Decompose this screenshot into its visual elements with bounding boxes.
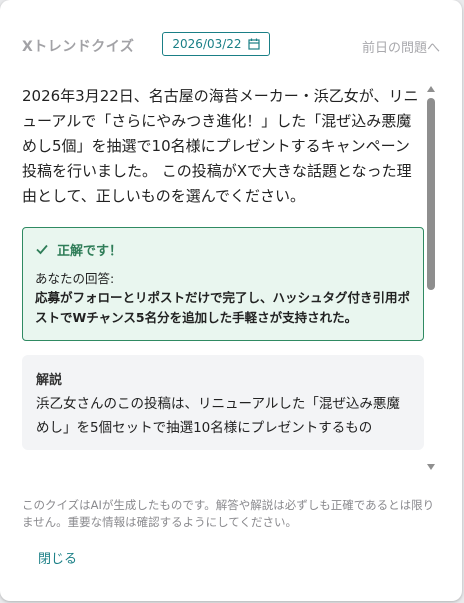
- result-status: 正解です！: [57, 243, 123, 259]
- quiz-modal: Xトレンドクイズ 2026/03/22 前日の問題へ 2026年3月22日、名古…: [0, 0, 462, 601]
- quiz-content-scroll[interactable]: 2026年3月22日、名古屋の海苔メーカー・浜乙女が、リニューアルで「さらにやみ…: [22, 84, 424, 474]
- prev-day-link[interactable]: 前日の問題へ: [362, 37, 440, 56]
- calendar-icon: [247, 38, 260, 50]
- modal-header: Xトレンドクイズ 2026/03/22 前日の問題へ: [22, 32, 440, 60]
- explanation-box: 解説 浜乙女さんのこの投稿は、リニューアルした「混ぜ込み悪魔めし」を5個セットで…: [22, 355, 424, 450]
- check-icon: [35, 242, 49, 256]
- scrollbar-thumb[interactable]: [427, 98, 435, 290]
- date-picker[interactable]: 2026/03/22: [162, 32, 270, 56]
- close-button[interactable]: 閉じる: [38, 548, 77, 567]
- question-text: 2026年3月22日、名古屋の海苔メーカー・浜乙女が、リニューアルで「さらにやみ…: [22, 87, 419, 205]
- scroll-down-arrow-icon[interactable]: [427, 464, 435, 470]
- answer-result-box: 正解です！ あなたの回答: 応募がフォローとリポストだけで完了し、ハッシュタグ付…: [22, 227, 424, 341]
- explanation-heading: 解説: [36, 373, 63, 388]
- ai-disclaimer: このクイズはAIが生成したものです。解答や解説は必ずしも正確であるとは限りません…: [22, 498, 435, 529]
- result-header: 正解です！: [35, 238, 411, 260]
- your-answer-text: 応募がフォローとリポストだけで完了し、ハッシュタグ付き引用ポストでWチャンス5名…: [35, 290, 411, 325]
- date-value: 2026/03/22: [172, 37, 242, 51]
- your-answer-label: あなたの回答:: [35, 271, 115, 286]
- scroll-up-arrow-icon[interactable]: [427, 86, 435, 92]
- scrollbar[interactable]: [424, 84, 438, 474]
- explanation-text: 浜乙女さんのこの投稿は、リニューアルした「混ぜ込み悪魔めし」を5個セットで抽選1…: [36, 396, 400, 436]
- quiz-title: Xトレンドクイズ: [22, 39, 135, 55]
